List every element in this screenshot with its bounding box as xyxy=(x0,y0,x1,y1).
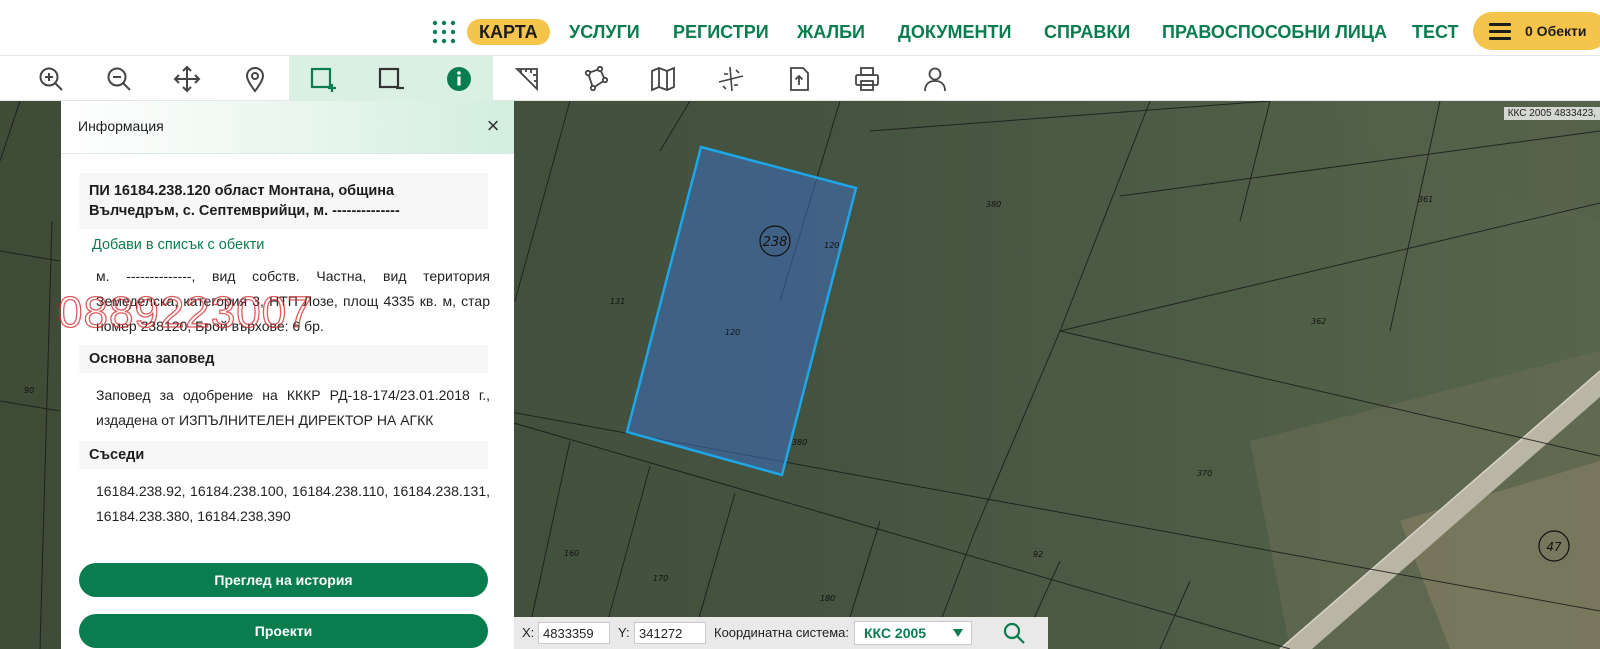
apps-grid-icon[interactable] xyxy=(432,20,456,44)
add-to-list-link[interactable]: Добави в списък с обекти xyxy=(92,237,264,253)
select-add-tool[interactable] xyxy=(289,56,357,101)
road-number-label: 47 xyxy=(1546,540,1562,554)
parcel-label: 131 xyxy=(610,297,625,306)
select-remove-tool[interactable] xyxy=(357,56,425,101)
chevron-down-icon xyxy=(953,629,963,637)
pan-tool[interactable] xyxy=(153,56,221,101)
parcel-label: 120 xyxy=(725,328,740,337)
measure-icon xyxy=(514,67,538,91)
x-coordinate-input[interactable] xyxy=(538,622,610,644)
parcel-label: 362 xyxy=(1311,317,1326,326)
select-add-icon xyxy=(310,67,336,92)
parcel-label: 380 xyxy=(986,200,1001,209)
export-tool[interactable] xyxy=(765,56,833,101)
objects-count-label: 0 Обекти xyxy=(1525,23,1587,39)
print-tool[interactable] xyxy=(833,56,901,101)
coordinate-bar: X: Y: Координатна система: ККС 2005 xyxy=(514,617,1048,649)
cross-section-tool[interactable] xyxy=(697,56,765,101)
parcel-title: ПИ 16184.238.120 област Монтана, община … xyxy=(79,173,488,229)
info-icon xyxy=(447,66,471,91)
polygon-tool[interactable] xyxy=(561,56,629,101)
select-remove-icon xyxy=(378,67,404,89)
zoom-out-tool[interactable] xyxy=(85,56,153,101)
coordinate-system-select[interactable]: ККС 2005 xyxy=(854,621,972,645)
neighbors-text: 16184.238.92, 16184.238.100, 16184.238.1… xyxy=(96,483,490,524)
info-panel: Информация × ПИ 16184.238.120 област Мон… xyxy=(61,101,514,649)
search-icon[interactable] xyxy=(1002,621,1026,645)
parcel-label: 90 xyxy=(24,386,34,395)
parcel-label: 380 xyxy=(792,438,807,447)
coordinate-system-label: Координатна система: xyxy=(714,625,849,640)
user-tool[interactable] xyxy=(901,56,969,101)
projects-button[interactable]: Проекти xyxy=(79,614,488,648)
nav-pravosposobni-lica[interactable]: ПРАВОСПОСОБНИ ЛИЦА xyxy=(1162,19,1387,45)
measure-tool[interactable] xyxy=(493,56,561,101)
map-layers-icon xyxy=(651,66,675,91)
polygon-icon xyxy=(584,65,609,91)
objects-button[interactable]: 0 Обекти xyxy=(1473,12,1600,50)
zoom-in-tool[interactable] xyxy=(17,56,85,101)
parcel-label: 92 xyxy=(1033,550,1043,559)
neighbors-heading: Съседи xyxy=(79,441,488,469)
parcel-label: 120 xyxy=(824,241,839,250)
nav-uslugi[interactable]: УСЛУГИ xyxy=(569,19,640,45)
parcel-label: 370 xyxy=(1197,469,1212,478)
block-number-label: 238 xyxy=(763,235,788,250)
print-icon xyxy=(855,66,879,91)
x-label: X: xyxy=(522,625,535,640)
zoom-in-icon xyxy=(39,67,63,91)
top-navigation: КАРТА УСЛУГИ РЕГИСТРИ ЖАЛБИ ДОКУМЕНТИ СП… xyxy=(0,0,1600,56)
y-coordinate-input[interactable] xyxy=(634,622,706,644)
pan-icon xyxy=(173,65,201,92)
parcel-description: м. --------------, вид собств. Частна, в… xyxy=(96,268,490,334)
user-icon xyxy=(924,67,946,91)
coordinate-system-value: ККС 2005 xyxy=(864,625,927,641)
zoom-out-icon xyxy=(107,67,131,91)
nav-karta[interactable]: КАРТА xyxy=(467,19,550,45)
y-label: Y: xyxy=(618,625,630,640)
map-layers-tool[interactable] xyxy=(629,56,697,101)
top-right-coordinate-readout: ККС 2005 4833423, xyxy=(1503,107,1600,120)
info-panel-title: Информация xyxy=(78,118,164,134)
history-button[interactable]: Преглед на история xyxy=(79,563,488,597)
parcel-label: 170 xyxy=(653,574,668,583)
nav-spravki[interactable]: СПРАВКИ xyxy=(1044,19,1130,45)
order-text: Заповед за одобрение на КККР РД-18-174/2… xyxy=(96,387,490,428)
nav-test[interactable]: ТЕСТ xyxy=(1412,19,1459,45)
parcel-label: 180 xyxy=(820,594,835,603)
location-tool[interactable] xyxy=(221,56,289,101)
nav-dokumenti[interactable]: ДОКУМЕНТИ xyxy=(898,19,1011,45)
info-tool[interactable] xyxy=(425,56,493,101)
cross-section-icon xyxy=(718,66,744,91)
parcel-label: 160 xyxy=(564,549,579,558)
location-pin-icon xyxy=(245,66,265,93)
order-heading: Основна заповед xyxy=(79,345,488,373)
export-document-icon xyxy=(790,66,809,91)
nav-zhalbi[interactable]: ЖАЛБИ xyxy=(797,19,865,45)
info-panel-header: Информация × xyxy=(61,101,514,154)
parcel-label: 361 xyxy=(1418,195,1433,204)
nav-registri[interactable]: РЕГИСТРИ xyxy=(673,19,769,45)
close-icon[interactable]: × xyxy=(482,115,504,137)
menu-icon xyxy=(1489,23,1511,40)
map-toolbar xyxy=(0,56,1600,101)
